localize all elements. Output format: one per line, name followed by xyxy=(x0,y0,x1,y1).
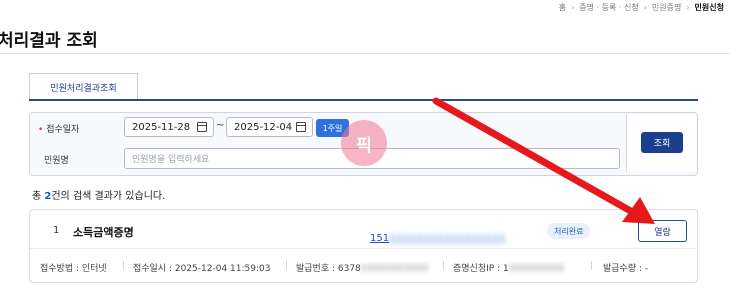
breadcrumb-item-certificate[interactable]: 증명 · 등록 · 신청 xyxy=(579,2,638,13)
breadcrumb-home[interactable]: 홈 xyxy=(559,2,566,13)
breadcrumb-separator-icon: › xyxy=(686,3,690,12)
name-label: 민원명 xyxy=(44,156,69,166)
breadcrumb: 홈 › 증명 · 등록 · 신청 › 민원증명 › 민원신청 xyxy=(559,2,724,13)
tab-result-inquiry[interactable]: 민원처리결과조회 xyxy=(29,73,138,100)
required-mark: • xyxy=(38,125,44,135)
meta-received: 접수일시 : 2025-12-04 11:59:03 xyxy=(133,264,271,274)
date-to-field[interactable]: 2025-12-04 xyxy=(226,117,313,137)
breadcrumb-item-civil[interactable]: 민원증명 xyxy=(652,2,681,13)
calendar-icon[interactable] xyxy=(296,122,306,132)
result-summary-prefix: 총 xyxy=(32,191,45,202)
breadcrumb-separator-icon: › xyxy=(571,3,575,12)
meta-separator: | xyxy=(442,261,446,271)
meta-method: 접수방법 : 인터넷 xyxy=(40,264,107,274)
meta-issue-no: 발급번호 : 6378XXXXXXXXXXX xyxy=(296,261,429,274)
status-badge: 처리완료 xyxy=(547,223,591,239)
date-range-separator: ~ xyxy=(216,120,225,131)
meta-ip: 증명신청IP : 1XXXXXXXXX xyxy=(453,261,564,274)
page-title: 처리결과 조회 xyxy=(0,31,98,51)
meta-ip-label: 증명신청IP : 1 xyxy=(453,264,509,274)
meta-quantity: 발급수량 : - xyxy=(603,264,649,274)
result-summary-suffix: 건의 검색 결과가 있습니다. xyxy=(51,191,166,202)
watermark-badge: 픽 xyxy=(341,120,387,166)
date-label: 접수일자 xyxy=(46,125,80,135)
meta-separator: | xyxy=(590,261,594,271)
result-number-masked: XXXXXXXXXXXXXXXXX xyxy=(389,233,506,244)
title-divider xyxy=(0,53,730,54)
date-from-value: 2025-11-28 xyxy=(132,121,191,133)
breadcrumb-separator-icon: › xyxy=(643,3,647,12)
search-button[interactable]: 조회 xyxy=(641,132,683,153)
calendar-icon[interactable] xyxy=(197,122,207,132)
meta-issue-no-label: 발급번호 : 6378 xyxy=(296,264,361,274)
card-divider xyxy=(30,248,695,249)
result-title: 소득금액증명 xyxy=(73,226,134,239)
meta-separator: | xyxy=(285,261,289,271)
result-index: 1 xyxy=(53,225,60,236)
result-summary: 총 2건의 검색 결과가 있습니다. xyxy=(32,187,165,202)
breadcrumb-current: 민원신청 xyxy=(694,3,724,12)
date-label-wrap: • 접수일자 xyxy=(38,122,79,135)
result-number-visible: 151 xyxy=(370,233,390,244)
view-button[interactable]: 열람 xyxy=(638,220,687,242)
meta-ip-masked: XXXXXXXXX xyxy=(508,264,565,274)
date-from-field[interactable]: 2025-11-28 xyxy=(124,117,214,137)
meta-separator: | xyxy=(122,261,126,271)
result-number-link[interactable]: 151XXXXXXXXXXXXXXXXX xyxy=(370,226,506,245)
meta-issue-no-masked: XXXXXXXXXXX xyxy=(360,264,429,274)
tab-underline xyxy=(29,99,698,101)
date-to-value: 2025-12-04 xyxy=(234,121,293,133)
